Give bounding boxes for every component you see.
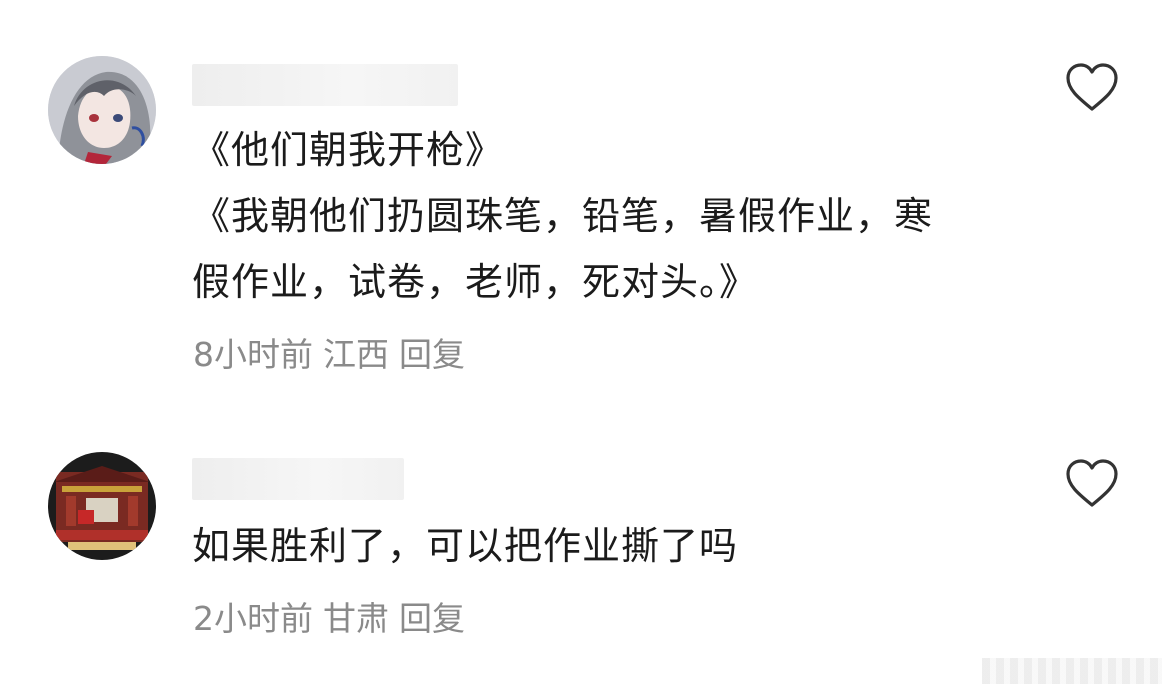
comment-line: 如果胜利了，可以把作业撕了吗: [192, 524, 739, 568]
like-button[interactable]: [1064, 458, 1120, 510]
watermark: [982, 658, 1162, 684]
username[interactable]: [192, 458, 404, 500]
comment-item: 如果胜利了，可以把作业撕了吗 2小时前 甘肃 回复: [0, 0, 1170, 694]
avatar[interactable]: [48, 452, 156, 560]
comment-meta: 2小时前 甘肃 回复: [193, 592, 475, 640]
heart-outline-icon: [1066, 459, 1118, 507]
comment-text: 如果胜利了，可以把作业撕了吗: [192, 513, 1012, 579]
comment-location: 甘肃: [323, 599, 389, 638]
tiananmen-avatar-icon: [48, 452, 156, 560]
comment-time: 2小时前: [193, 599, 313, 638]
reply-button[interactable]: 回复: [399, 599, 465, 638]
